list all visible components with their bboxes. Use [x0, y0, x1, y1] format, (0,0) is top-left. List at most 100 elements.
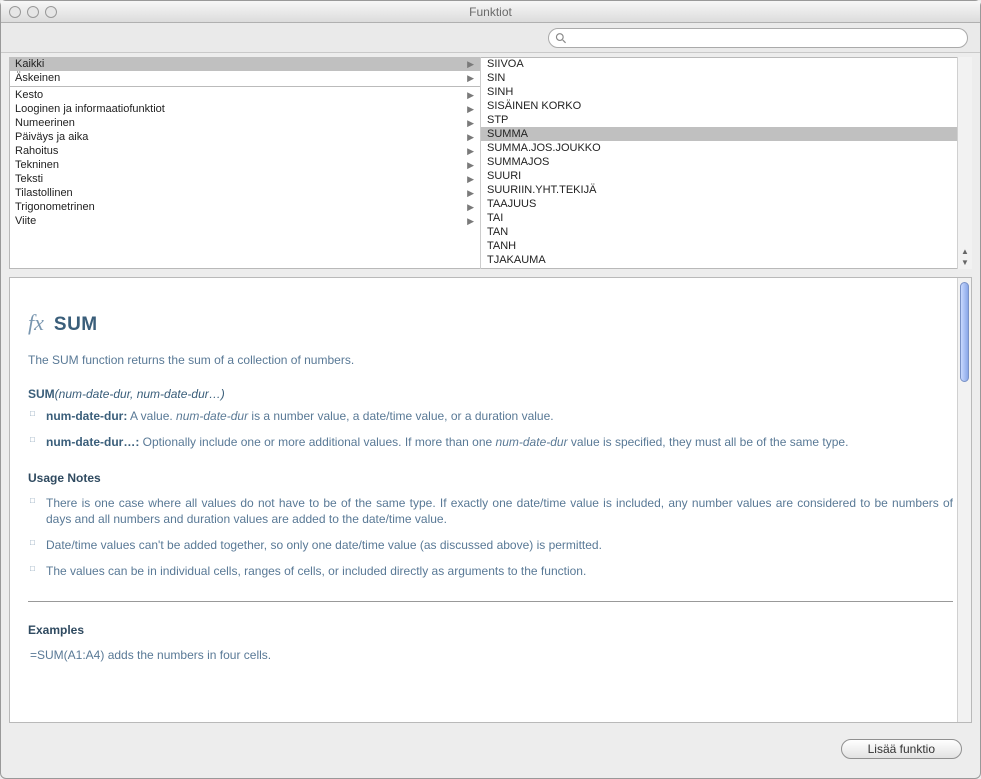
- category-item[interactable]: Viite ▶: [9, 214, 480, 228]
- function-label: STP: [487, 113, 508, 127]
- usage-note: The values can be in individual cells, r…: [28, 563, 953, 579]
- function-item[interactable]: TAN: [481, 225, 957, 239]
- footer: Lisää funktio: [1, 731, 980, 767]
- add-function-button[interactable]: Lisää funktio: [841, 739, 962, 759]
- parameter-ital: num-date-dur: [496, 435, 568, 449]
- category-item[interactable]: Tilastollinen ▶: [9, 186, 480, 200]
- category-label: Trigonometrinen: [15, 200, 95, 214]
- parameter-item: num-date-dur: A value. num-date-dur is a…: [28, 408, 953, 424]
- category-item[interactable]: Kaikki ▶: [9, 57, 480, 71]
- category-label: Tekninen: [15, 158, 59, 172]
- function-item[interactable]: STP: [481, 113, 957, 127]
- parameter-ital: num-date-dur: [176, 409, 248, 423]
- chevron-right-icon: ▶: [467, 130, 474, 144]
- detail-scrollbar[interactable]: [957, 278, 971, 722]
- parameter-list: num-date-dur: A value. num-date-dur is a…: [28, 408, 953, 450]
- usage-note: There is one case where all values do no…: [28, 495, 953, 527]
- function-label: TAI: [487, 211, 503, 225]
- function-label: SIIVOA: [487, 57, 524, 71]
- category-item[interactable]: Teksti ▶: [9, 172, 480, 186]
- category-item[interactable]: Kesto ▶: [9, 88, 480, 102]
- category-item[interactable]: Rahoitus ▶: [9, 144, 480, 158]
- usage-note: Date/time values can't be added together…: [28, 537, 953, 553]
- category-item[interactable]: Päiväys ja aika ▶: [9, 130, 480, 144]
- search-icon: [555, 32, 567, 44]
- parameter-name: num-date-dur:: [46, 409, 127, 423]
- function-item[interactable]: SUMMA: [481, 127, 957, 141]
- category-item[interactable]: Äskeinen▶: [9, 71, 480, 85]
- function-label: SISÄINEN KORKO: [487, 99, 581, 113]
- fx-icon: fx: [28, 308, 44, 338]
- category-column: Kaikki▶Äskeinen▶Kesto▶Looginen ja inform…: [9, 57, 481, 269]
- function-scrollbar[interactable]: ▲ ▼: [957, 57, 972, 269]
- chevron-right-icon: ▶: [467, 116, 474, 130]
- chevron-right-icon: ▶: [467, 57, 474, 71]
- chevron-right-icon: ▶: [467, 71, 474, 85]
- chevron-right-icon: ▶: [467, 214, 474, 228]
- category-item[interactable]: Tekninen ▶: [9, 158, 480, 172]
- function-label: TAAJUUS: [487, 197, 536, 211]
- examples-block: =SUM(A1:A4) adds the numbers in four cel…: [28, 647, 953, 663]
- functions-column: SIIVOASINSINHSISÄINEN KORKOSTPSUMMASUMMA…: [481, 57, 972, 269]
- category-label: Kesto: [15, 88, 43, 102]
- titlebar: Funktiot: [1, 1, 980, 23]
- scroll-up-icon[interactable]: ▲: [961, 247, 969, 256]
- chevron-right-icon: ▶: [467, 186, 474, 200]
- category-label: Kaikki: [15, 57, 44, 71]
- category-label: Viite: [15, 214, 36, 228]
- function-item[interactable]: TAAJUUS: [481, 197, 957, 211]
- function-name: SUM: [54, 312, 98, 338]
- category-list[interactable]: Kaikki▶Äskeinen▶Kesto▶Looginen ja inform…: [9, 57, 480, 228]
- chevron-right-icon: ▶: [467, 172, 474, 186]
- usage-notes-list: There is one case where all values do no…: [28, 495, 953, 580]
- category-separator: [9, 86, 480, 87]
- separator: [28, 601, 953, 602]
- category-label: Numeerinen: [15, 116, 75, 130]
- function-item[interactable]: SUMMAJOS: [481, 155, 957, 169]
- function-item[interactable]: TANH: [481, 239, 957, 253]
- category-label: Rahoitus: [15, 144, 58, 158]
- category-item[interactable]: Trigonometrinen ▶: [9, 200, 480, 214]
- search-field-wrap[interactable]: [548, 28, 968, 48]
- function-item[interactable]: TJAKAUMA: [481, 253, 957, 267]
- category-label: Tilastollinen: [15, 186, 73, 200]
- category-label: Teksti: [15, 172, 43, 186]
- function-label: SINH: [487, 85, 513, 99]
- function-label: TAN: [487, 225, 508, 239]
- function-list[interactable]: SIIVOASINSINHSISÄINEN KORKOSTPSUMMASUMMA…: [481, 57, 957, 269]
- function-label: SUURIIN.YHT.TEKIJÄ: [487, 183, 596, 197]
- function-label: TJAKAUMA: [487, 253, 546, 267]
- search-input[interactable]: [571, 31, 961, 45]
- usage-notes-heading: Usage Notes: [28, 470, 953, 486]
- chevron-right-icon: ▶: [467, 158, 474, 172]
- scroll-down-icon[interactable]: ▼: [961, 258, 969, 267]
- category-item[interactable]: Numeerinen ▶: [9, 116, 480, 130]
- chevron-right-icon: ▶: [467, 102, 474, 116]
- detail-pane-wrap: fx SUM The SUM function returns the sum …: [9, 277, 972, 723]
- function-signature: SUM(num-date-dur, num-date-dur…): [28, 386, 953, 402]
- function-header: fx SUM: [28, 308, 953, 338]
- browser-columns: Kaikki▶Äskeinen▶Kesto▶Looginen ja inform…: [9, 57, 972, 269]
- function-label: SIN: [487, 71, 505, 85]
- chevron-right-icon: ▶: [467, 88, 474, 102]
- function-label: TANH: [487, 239, 516, 253]
- examples-heading: Examples: [28, 622, 953, 638]
- chevron-right-icon: ▶: [467, 200, 474, 214]
- function-item[interactable]: SINH: [481, 85, 957, 99]
- chevron-right-icon: ▶: [467, 144, 474, 158]
- function-item[interactable]: SUURIIN.YHT.TEKIJÄ: [481, 183, 957, 197]
- function-item[interactable]: SISÄINEN KORKO: [481, 99, 957, 113]
- detail-scroll-thumb[interactable]: [960, 282, 969, 382]
- function-item[interactable]: SUURI: [481, 169, 957, 183]
- function-item[interactable]: SIIVOA: [481, 57, 957, 71]
- category-label: Päiväys ja aika: [15, 130, 88, 144]
- parameter-item: num-date-dur…: Optionally include one or…: [28, 434, 953, 450]
- parameter-name: num-date-dur…:: [46, 435, 139, 449]
- function-description: The SUM function returns the sum of a co…: [28, 352, 953, 368]
- function-item[interactable]: TAI: [481, 211, 957, 225]
- example-line: =SUM(A1:A4) adds the numbers in four cel…: [28, 647, 953, 663]
- function-item[interactable]: SUMMA.JOS.JOUKKO: [481, 141, 957, 155]
- category-item[interactable]: Looginen ja informaatiofunktiot ▶: [9, 102, 480, 116]
- function-item[interactable]: SIN: [481, 71, 957, 85]
- category-label: Looginen ja informaatiofunktiot: [15, 102, 165, 116]
